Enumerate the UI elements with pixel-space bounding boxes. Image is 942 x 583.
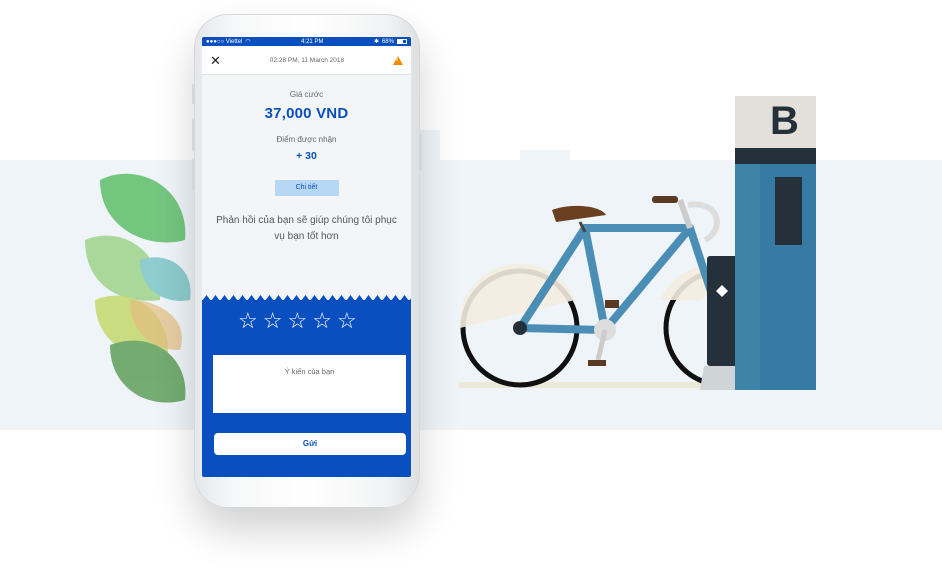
points-value: + 30 [296, 150, 317, 162]
star-rating: ☆ ☆ ☆ ☆ ☆ [238, 310, 357, 332]
star-icon-5[interactable]: ☆ [337, 310, 357, 332]
trip-summary: Giá cước 37,000 VND Điểm được nhận + 30 … [202, 75, 411, 301]
star-icon-1[interactable]: ☆ [238, 310, 258, 332]
app-screen: ●●●○○ Viettel ◠ 4:21 PM ✱ 68% ✕ 02:28 PM… [202, 37, 411, 477]
bluetooth-icon: ✱ [373, 39, 379, 45]
fare-label: Giá cước [289, 90, 324, 99]
star-icon-4[interactable]: ☆ [312, 310, 332, 332]
star-icon-3[interactable]: ☆ [287, 310, 307, 332]
close-icon[interactable]: ✕ [210, 54, 221, 67]
trip-header: ✕ 02:28 PM, 11 March 2018 ! [202, 46, 411, 75]
carrier-label: ●●●○○ Viettel [206, 38, 243, 45]
points-label: Điểm được nhận [276, 135, 337, 144]
warning-icon[interactable]: ! [393, 55, 403, 65]
comment-input[interactable]: Ý kiến của bạn [213, 355, 406, 413]
feedback-message: Phản hồi của bạn sẽ giúp chúng tôi phục … [216, 215, 397, 242]
phone-device: ●●●○○ Viettel ◠ 4:21 PM ✱ 68% ✕ 02:28 PM… [192, 14, 422, 508]
status-bar: ●●●○○ Viettel ◠ 4:21 PM ✱ 68% [202, 37, 411, 46]
trip-datetime: 02:28 PM, 11 March 2018 [269, 56, 345, 64]
clock: 4:21 PM [301, 38, 324, 45]
battery-percent: 68% [381, 38, 394, 45]
star-icon-2[interactable]: ☆ [263, 310, 283, 332]
wifi-icon: ◠ [245, 39, 251, 45]
battery-icon [396, 39, 407, 44]
send-button[interactable]: Gửi [214, 433, 406, 455]
rating-panel: ☆ ☆ ☆ ☆ ☆ Ý kiến của bạn Gửi [202, 300, 411, 477]
fare-value: 37,000 VND [264, 105, 349, 122]
background-illustration [0, 96, 942, 430]
detail-button[interactable]: Chi tiết [274, 180, 339, 196]
station-letter: B [770, 99, 799, 143]
